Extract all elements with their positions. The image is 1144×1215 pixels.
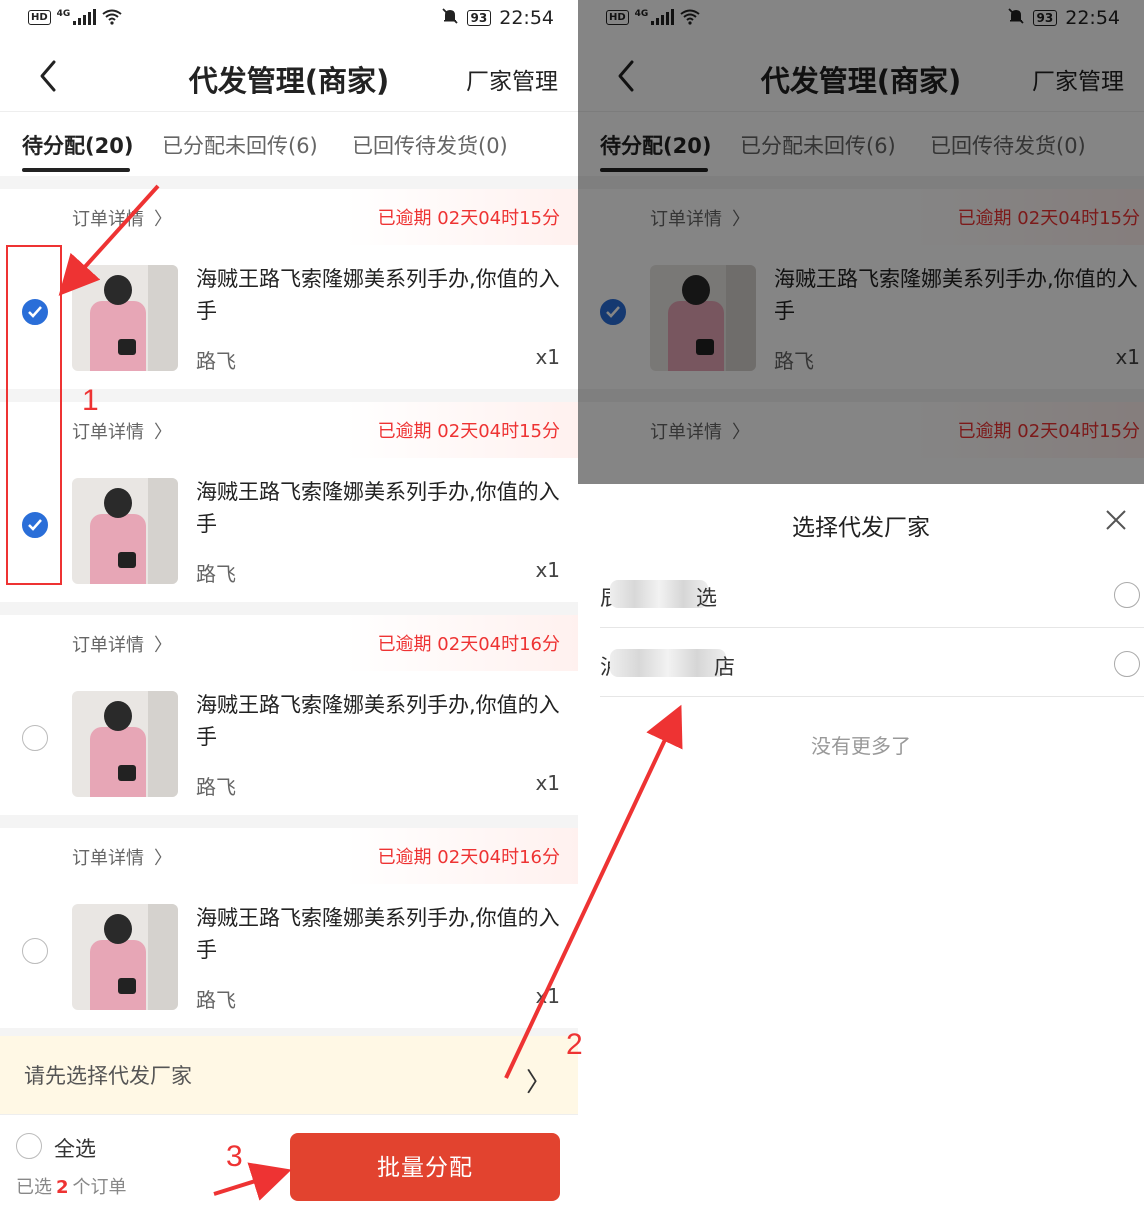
bell-off-icon <box>441 7 459 29</box>
modal-backdrop[interactable] <box>578 0 1144 484</box>
close-button[interactable] <box>1102 506 1130 534</box>
select-all-label[interactable]: 全选 <box>54 1133 96 1163</box>
sheet-title: 选择代发厂家 <box>792 515 930 541</box>
hd-badge: HD <box>28 9 51 25</box>
chevron-right-icon: 〉 <box>154 209 172 230</box>
annotation-step-1: 1 <box>82 384 99 417</box>
manufacturer-option[interactable]: 辰 选 <box>600 560 1144 628</box>
wifi-icon <box>102 9 122 25</box>
bottom-action-bar: 全选 已选 2 个订单 批量分配 <box>0 1114 578 1215</box>
select-manufacturer-bar[interactable]: 请先选择代发厂家 〉 <box>0 1036 578 1114</box>
chevron-right-icon: 〉 <box>154 635 172 656</box>
product-thumbnail <box>72 265 178 371</box>
order-list: 订单详情〉 已逾期 02天04时15分 海贼王路飞索隆娜美系列手办,你值的入手 … <box>0 176 578 1036</box>
chevron-right-icon: 〉 <box>154 848 172 869</box>
batch-assign-button[interactable]: 批量分配 <box>290 1133 560 1201</box>
overdue-timer: 已逾期 02天04时16分 <box>377 847 560 868</box>
annotation-highlight-box <box>6 245 62 585</box>
order-checkbox[interactable] <box>22 725 48 751</box>
manufacturer-name-end: 选 <box>696 586 717 610</box>
redacted-name <box>610 649 726 677</box>
right-screen: HD 4G 93 22:54 代发管理(商家) 厂家管理 待分配(20) 已分配… <box>578 0 1144 1215</box>
product-thumbnail <box>72 904 178 1010</box>
nav-header: 代发管理(商家) 厂家管理 <box>0 40 578 112</box>
product-name: 海贼王路飞索隆娜美系列手办,你值的入手 <box>196 693 560 749</box>
manufacturer-name-end: 店 <box>714 655 735 679</box>
order-card: 订单详情〉 已逾期 02天04时16分 海贼王路飞索隆娜美系列手办,你值的入手 … <box>0 615 578 815</box>
overdue-timer: 已逾期 02天04时15分 <box>377 208 560 229</box>
product-quantity: x1 <box>535 345 560 369</box>
product-name: 海贼王路飞索隆娜美系列手办,你值的入手 <box>196 906 560 962</box>
overdue-timer: 已逾期 02天04时15分 <box>377 421 560 442</box>
product-spec: 路飞 <box>196 562 236 586</box>
no-more-text: 没有更多了 <box>811 734 911 758</box>
product-spec: 路飞 <box>196 349 236 373</box>
overdue-timer: 已逾期 02天04时16分 <box>377 634 560 655</box>
manufacturer-option[interactable]: 泸 店 <box>600 629 1144 697</box>
manufacturer-picker-sheet: 选择代发厂家 辰 选 泸 店 没有更多了 <box>578 484 1144 1215</box>
status-bar: HD 4G 93 22:54 <box>0 0 578 40</box>
manufacturer-radio[interactable] <box>1114 651 1140 677</box>
order-detail-link[interactable]: 订单详情〉 <box>72 844 172 870</box>
redacted-name <box>610 580 708 608</box>
chevron-right-icon: 〉 <box>525 1068 552 1098</box>
product-quantity: x1 <box>535 984 560 1008</box>
product-spec: 路飞 <box>196 775 236 799</box>
signal-icon <box>73 9 97 25</box>
tab-bar: 待分配(20) 已分配未回传(6) 已回传待发货(0) <box>0 112 578 176</box>
manufacturer-radio[interactable] <box>1114 582 1140 608</box>
chevron-right-icon: 〉 <box>154 422 172 443</box>
selected-count-info: 已选 2 个订单 <box>16 1177 127 1198</box>
order-card: 订单详情〉 已逾期 02天04时15分 海贼王路飞索隆娜美系列手办,你值的入手 … <box>0 189 578 389</box>
clock: 22:54 <box>499 7 554 29</box>
tab-returned[interactable]: 已回传待发货(0) <box>352 130 508 160</box>
annotation-step-3: 3 <box>226 1140 243 1173</box>
product-name: 海贼王路飞索隆娜美系列手办,你值的入手 <box>196 480 560 536</box>
product-quantity: x1 <box>535 558 560 582</box>
product-spec: 路飞 <box>196 988 236 1012</box>
order-detail-link[interactable]: 订单详情〉 <box>72 631 172 657</box>
tab-assigned[interactable]: 已分配未回传(6) <box>162 130 318 160</box>
select-all-radio[interactable] <box>16 1133 42 1159</box>
close-icon <box>1106 510 1126 530</box>
product-name: 海贼王路飞索隆娜美系列手办,你值的入手 <box>196 267 560 323</box>
order-detail-link[interactable]: 订单详情〉 <box>72 205 172 231</box>
product-quantity: x1 <box>535 771 560 795</box>
tab-pending[interactable]: 待分配(20) <box>22 130 133 160</box>
order-detail-link[interactable]: 订单详情〉 <box>72 418 172 444</box>
order-card: 订单详情〉 已逾期 02天04时15分 海贼王路飞索隆娜美系列手办,你值的入手 … <box>0 402 578 602</box>
product-thumbnail <box>72 478 178 584</box>
active-tab-indicator <box>22 168 130 172</box>
manufacturer-manage-link[interactable]: 厂家管理 <box>466 62 558 96</box>
order-card: 订单详情〉 已逾期 02天04时16分 海贼王路飞索隆娜美系列手办,你值的入手 … <box>0 828 578 1028</box>
network-type: 4G <box>56 9 71 19</box>
battery-indicator: 93 <box>466 10 492 26</box>
product-thumbnail <box>72 691 178 797</box>
select-manufacturer-hint: 请先选择代发厂家 <box>24 1064 192 1088</box>
order-checkbox[interactable] <box>22 938 48 964</box>
left-screen: HD 4G 93 22:54 代发管理(商家) 厂家管理 待分配(20) 已分配… <box>0 0 578 1215</box>
selected-count: 2 <box>56 1177 69 1198</box>
